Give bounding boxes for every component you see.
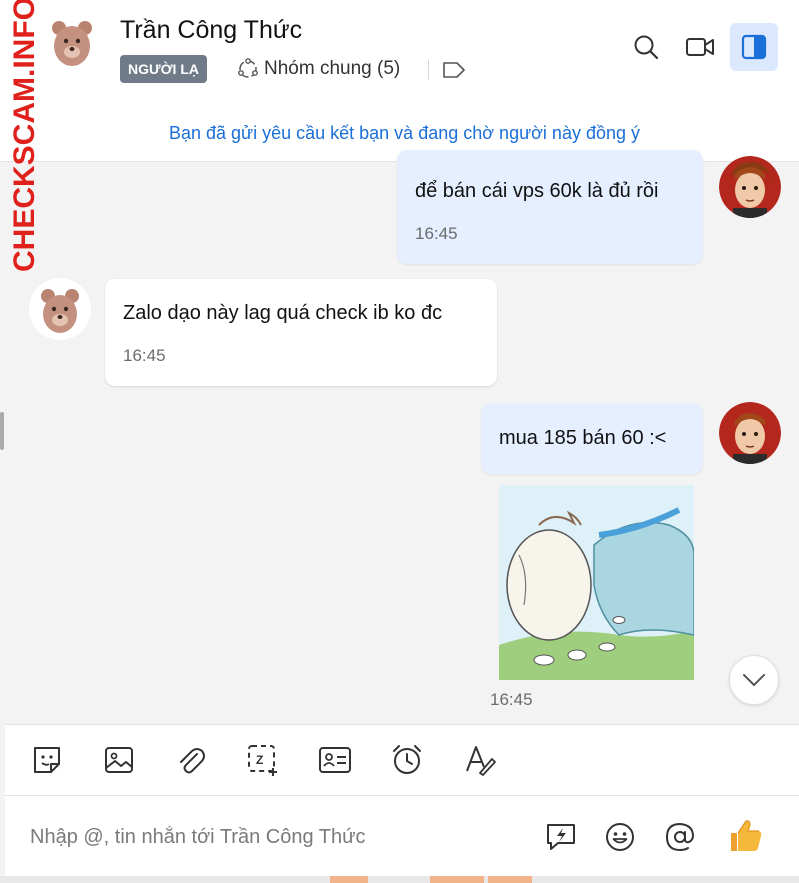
conversation-info-toggle[interactable] bbox=[730, 23, 778, 71]
chat-header: Trần Công Thức NGƯỜI LẠ Nhóm chung (5) bbox=[0, 0, 799, 104]
group-icon bbox=[238, 58, 258, 78]
reminder-button[interactable] bbox=[389, 742, 425, 778]
emoji-button[interactable] bbox=[601, 818, 639, 856]
lightning-chat-icon bbox=[547, 824, 575, 850]
attachment-icon bbox=[180, 748, 205, 774]
sticker-button[interactable] bbox=[29, 742, 65, 778]
tag-icon[interactable] bbox=[442, 60, 466, 80]
thumbs-up-icon bbox=[731, 820, 762, 851]
message-time: 16:45 bbox=[123, 346, 166, 365]
alarm-clock-icon bbox=[393, 745, 421, 774]
composer-toolbar: Z bbox=[5, 724, 799, 796]
sticker-icon bbox=[34, 747, 60, 773]
contact-card-button[interactable] bbox=[317, 742, 353, 778]
message-text: Zalo dạo này lag quá check ib ko đc bbox=[123, 302, 443, 324]
contact-avatar-small[interactable] bbox=[29, 278, 91, 340]
my-avatar[interactable] bbox=[719, 402, 781, 464]
scroll-to-bottom-button[interactable] bbox=[729, 655, 779, 705]
message-input[interactable] bbox=[30, 822, 510, 852]
attachment-button[interactable] bbox=[173, 742, 209, 778]
contact-card-icon bbox=[319, 747, 351, 773]
chat-window: Trần Công Thức NGƯỜI LẠ Nhóm chung (5) B… bbox=[0, 0, 799, 883]
resize-handle[interactable] bbox=[0, 412, 4, 450]
taskbar-strip bbox=[0, 876, 799, 883]
message-composer bbox=[5, 796, 799, 878]
svg-text:CHECKSCAM.INFO: CHECKSCAM.INFO bbox=[8, 0, 41, 272]
svg-text:Z: Z bbox=[256, 753, 263, 767]
message-bubble-incoming[interactable] bbox=[105, 279, 497, 386]
text-format-icon bbox=[466, 746, 496, 776]
image-button[interactable] bbox=[101, 742, 137, 778]
message-time: 16:45 bbox=[415, 224, 458, 243]
screenshot-icon: Z bbox=[248, 745, 277, 776]
contact-avatar[interactable] bbox=[42, 12, 102, 72]
image-icon bbox=[105, 747, 133, 773]
mention-button[interactable] bbox=[661, 818, 699, 856]
header-divider bbox=[428, 60, 429, 80]
my-avatar[interactable] bbox=[719, 156, 781, 218]
watermark-logo: CHECKSCAM.INFO DATA CENTER bbox=[8, 0, 41, 272]
video-camera-icon bbox=[686, 38, 714, 56]
screenshot-button[interactable]: Z bbox=[245, 742, 281, 778]
stranger-badge: NGƯỜI LẠ bbox=[120, 55, 207, 83]
like-send-button[interactable] bbox=[723, 814, 767, 858]
video-call-button[interactable] bbox=[677, 24, 723, 70]
text-format-button[interactable] bbox=[461, 742, 497, 778]
search-button[interactable] bbox=[623, 24, 669, 70]
chevron-down-icon bbox=[743, 674, 765, 686]
sticker-image[interactable] bbox=[499, 485, 694, 680]
sidebar-panel-icon bbox=[741, 34, 767, 60]
common-groups-link[interactable]: Nhóm chung (5) bbox=[264, 58, 400, 80]
message-bubble-outgoing[interactable] bbox=[397, 150, 703, 264]
message-time: 16:45 bbox=[490, 690, 533, 709]
message-text: mua 185 bán 60 :< bbox=[499, 427, 667, 449]
contact-name: Trần Công Thức bbox=[120, 16, 303, 44]
message-text: để bán cái vps 60k là đủ rồi bbox=[415, 180, 659, 202]
search-icon bbox=[634, 35, 659, 60]
quick-message-button[interactable] bbox=[542, 818, 580, 856]
emoji-icon bbox=[606, 823, 634, 851]
at-sign-icon bbox=[665, 822, 695, 852]
